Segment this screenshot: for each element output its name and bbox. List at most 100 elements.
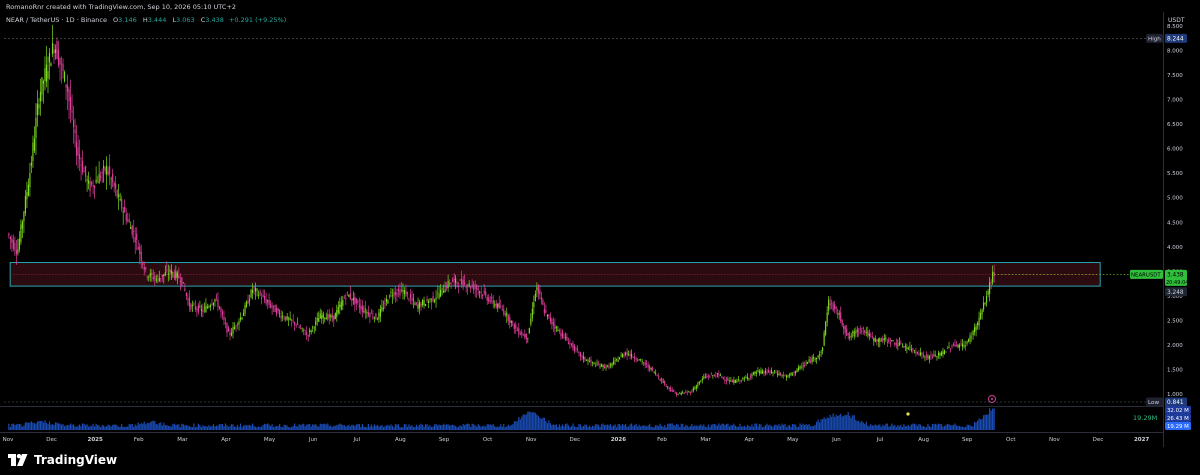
candle-body: [432, 296, 434, 302]
candle-body: [125, 213, 127, 221]
candle-body: [257, 295, 260, 297]
candle-body: [533, 302, 535, 308]
candle-body: [9, 236, 11, 240]
volume-bar: [832, 413, 834, 430]
volume-bar: [640, 426, 642, 430]
volume-bar: [372, 426, 374, 430]
candle-body: [203, 307, 205, 309]
price-tick-label: 4.500: [1167, 220, 1183, 226]
candle-body: [691, 391, 693, 393]
volume-bar: [864, 424, 866, 430]
volume-bar: [455, 426, 457, 430]
candle-body: [898, 342, 900, 345]
volume-bar: [993, 408, 995, 430]
candle-body: [355, 298, 357, 304]
candle-body: [391, 295, 394, 297]
volume-bar: [143, 421, 145, 430]
volume-bar: [349, 426, 351, 430]
volume-bar: [794, 424, 797, 430]
candle-body: [626, 351, 628, 356]
candle-body: [56, 41, 58, 60]
candle-body: [400, 289, 403, 292]
volume-bar: [826, 417, 828, 430]
volume-bar: [212, 424, 215, 430]
candle-body: [421, 300, 424, 306]
volume-bar: [178, 424, 180, 430]
candle-body: [933, 354, 935, 356]
candle-body: [504, 313, 506, 316]
candle-body: [224, 322, 227, 324]
candle-body: [993, 271, 995, 277]
symbol-name[interactable]: NEAR / TetherUS · 1D · Binance: [6, 16, 107, 24]
volume-bar: [217, 425, 219, 430]
volume-bar: [166, 425, 168, 430]
candle-body: [716, 373, 718, 374]
candle-body: [513, 323, 515, 330]
volume-bar: [975, 422, 977, 430]
volume-bar: [42, 422, 45, 430]
price-chart[interactable]: USDT8.5008.0007.5007.0006.5006.0005.5005…: [0, 0, 1200, 447]
candle-body: [822, 347, 824, 351]
volume-bar: [172, 424, 174, 430]
candle-body: [615, 359, 618, 361]
high-value-badge: 8.244: [1167, 36, 1184, 42]
candle-body: [161, 274, 163, 278]
volume-bar: [473, 424, 475, 430]
candle-body: [582, 356, 585, 359]
candle-body: [343, 297, 345, 299]
volume-bar: [230, 424, 233, 430]
candle-body: [855, 330, 857, 334]
volume-bar: [29, 422, 31, 430]
volume-bar: [521, 416, 523, 430]
candle-body: [498, 303, 500, 308]
volume-bar: [734, 425, 737, 430]
candle-body: [900, 342, 902, 344]
volume-bar: [352, 424, 354, 430]
volume-bar: [761, 427, 764, 430]
volume-bar: [375, 425, 377, 430]
volume-bar: [233, 426, 236, 430]
candle-body: [632, 356, 634, 358]
candle-body: [978, 317, 980, 326]
volume-bar: [33, 423, 36, 430]
candle-body: [832, 303, 834, 311]
volume-bar: [340, 424, 342, 430]
candle-body: [11, 238, 13, 243]
candle-body: [907, 348, 909, 349]
price-tick-label: 8.500: [1167, 24, 1183, 30]
volume-bar: [83, 423, 85, 430]
volume-bar: [746, 424, 749, 430]
candle-body: [876, 339, 878, 341]
tradingview-logo[interactable]: TradingView: [8, 453, 117, 467]
volume-bar: [617, 424, 619, 430]
volume-bar: [388, 426, 391, 430]
candle-body: [608, 365, 610, 369]
time-tick-label: May: [264, 437, 276, 443]
volume-bar: [140, 423, 142, 430]
volume-bar: [516, 421, 518, 430]
candle-body: [142, 262, 144, 266]
candle-body: [405, 290, 407, 297]
candle-body: [286, 316, 288, 320]
candle-body: [966, 341, 968, 344]
candle-body: [251, 289, 254, 293]
volume-bar: [719, 425, 721, 430]
time-tick-label: Feb: [134, 437, 144, 443]
time-tick-label: Aug: [395, 437, 406, 443]
candle-body: [139, 246, 141, 254]
volume-bar: [384, 426, 386, 430]
volume-axis-label: 26.43 M: [1167, 416, 1189, 422]
volume-bar: [121, 423, 123, 430]
candle-body: [80, 164, 82, 166]
candle-body: [870, 334, 872, 336]
price-tick-label: 5.500: [1167, 171, 1183, 177]
candle-body: [767, 370, 770, 373]
candle-body: [829, 303, 831, 305]
candle-body: [339, 304, 341, 308]
volume-bar: [107, 424, 109, 430]
volume-bar: [289, 427, 291, 430]
candle-body: [85, 165, 87, 177]
price-tick-label: 7.500: [1167, 73, 1183, 79]
volume-bar: [963, 426, 965, 430]
volume-bar: [355, 424, 357, 430]
